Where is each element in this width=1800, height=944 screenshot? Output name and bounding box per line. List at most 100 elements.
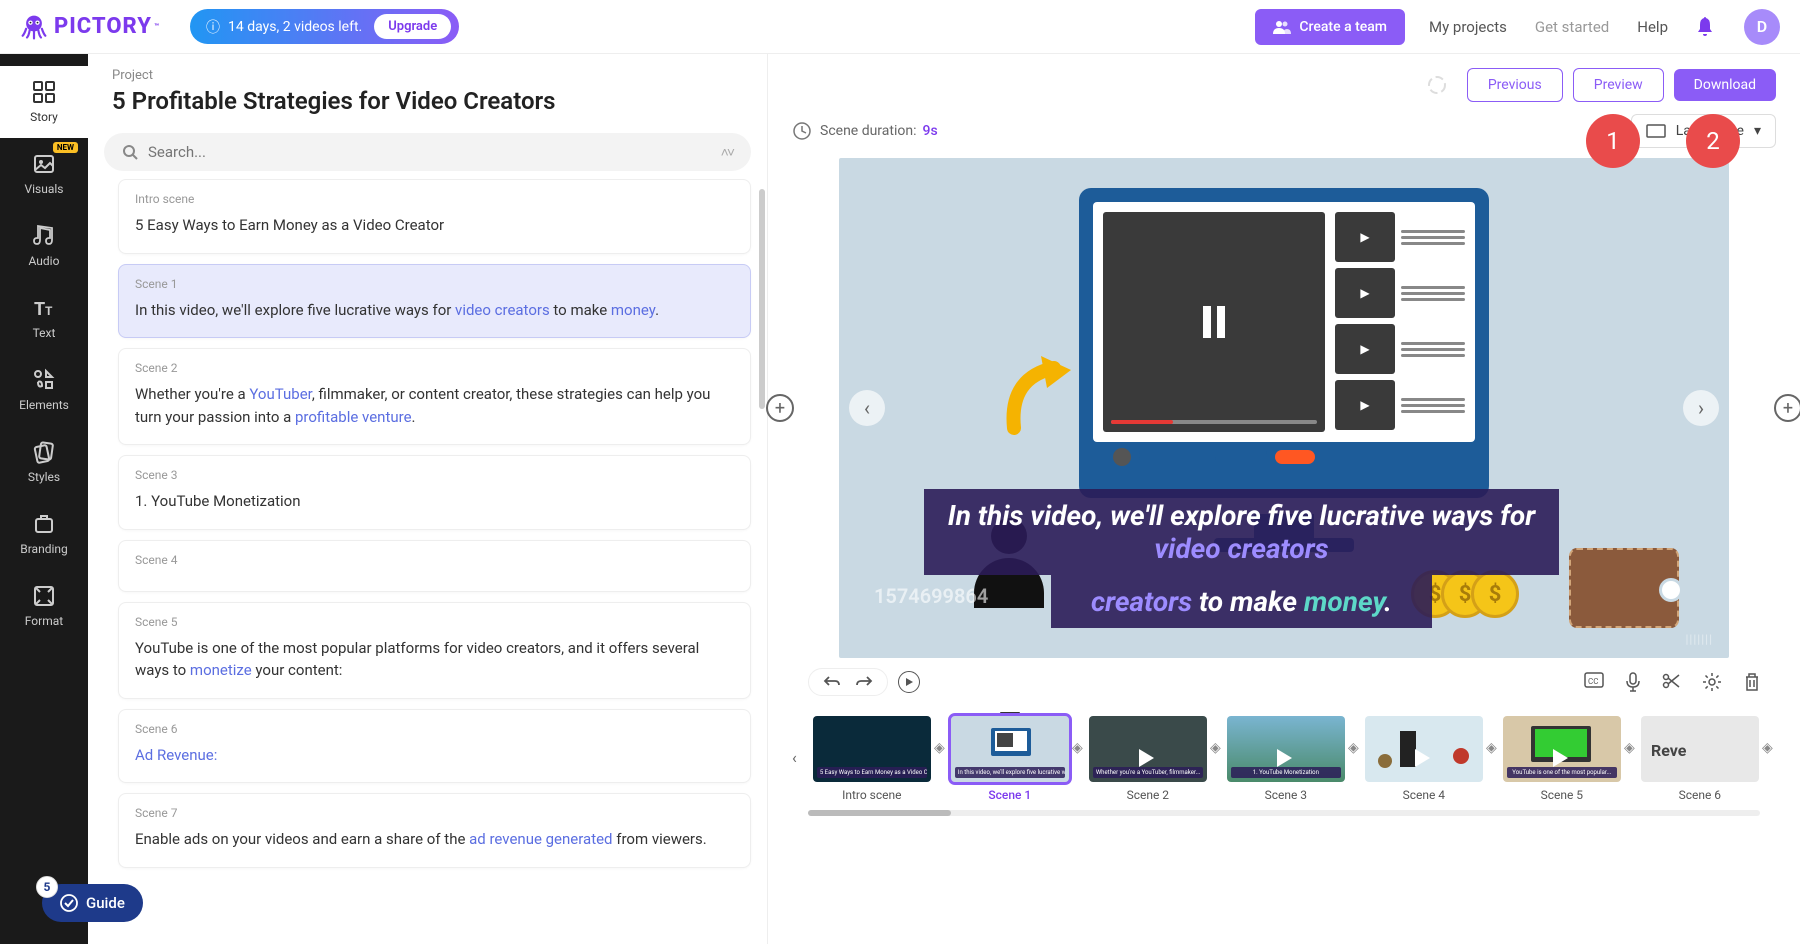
- landscape-icon: [1646, 124, 1666, 138]
- my-projects-link[interactable]: My projects: [1429, 18, 1507, 36]
- undo-redo-group: [808, 668, 888, 696]
- filmstrip-item[interactable]: 1. YouTube Monetization ◈ Scene 3: [1227, 716, 1345, 802]
- captions-icon[interactable]: CC: [1584, 672, 1604, 692]
- scene-label: Scene 5: [135, 615, 734, 629]
- scene-text[interactable]: 5 Easy Ways to Earn Money as a Video Cre…: [135, 214, 734, 237]
- caption-overlay[interactable]: In this video, we'll explore five lucrat…: [924, 489, 1559, 628]
- callout-1: 1: [1586, 114, 1640, 168]
- stock-id-watermark: 1574699864: [874, 584, 988, 608]
- left-sidebar: Story NEW Visuals Audio TT Text Elements…: [0, 54, 88, 944]
- story-icon: [32, 80, 56, 104]
- wallet-graphic: [1569, 548, 1679, 628]
- sidebar-label: Story: [30, 110, 58, 124]
- preview-canvas[interactable]: ‹ ›: [839, 158, 1729, 658]
- svg-text:T: T: [45, 304, 53, 318]
- scene-card[interactable]: Scene 1 In this video, we'll explore fiv…: [118, 264, 751, 339]
- help-link[interactable]: Help: [1637, 18, 1668, 36]
- filmstrip-label: Scene 1: [951, 788, 1069, 802]
- sidebar-label: Audio: [29, 254, 60, 268]
- callout-2: 2: [1686, 114, 1740, 168]
- layers-icon[interactable]: ◈: [1486, 740, 1497, 756]
- project-title[interactable]: 5 Profitable Strategies for Video Creato…: [112, 87, 743, 115]
- filmstrip-item[interactable]: Whether you're a YouTuber, filmmaker... …: [1089, 716, 1207, 802]
- filmstrip-item[interactable]: ◈ Scene 4: [1365, 716, 1483, 802]
- sidebar-item-audio[interactable]: Audio: [0, 210, 88, 282]
- trial-banner: ⓘ 14 days, 2 videos left. Upgrade: [190, 9, 459, 44]
- search-bar[interactable]: ˄˅: [104, 133, 751, 171]
- next-scene-arrow[interactable]: ›: [1683, 390, 1719, 426]
- watermark-icon: |||||||: [1685, 632, 1713, 646]
- scene-text[interactable]: Whether you're a YouTuber, filmmaker, or…: [135, 383, 734, 428]
- scene-card[interactable]: Scene 7 Enable ads on your videos and ea…: [118, 793, 751, 868]
- layers-icon[interactable]: ◈: [934, 740, 945, 756]
- upgrade-button[interactable]: Upgrade: [374, 14, 451, 39]
- text-icon: TT: [32, 296, 56, 320]
- brand-logo[interactable]: PICTORY ™: [20, 13, 160, 41]
- scene-card[interactable]: Scene 3 1. YouTube Monetization: [118, 455, 751, 530]
- info-icon: ⓘ: [206, 17, 220, 37]
- notifications-icon[interactable]: [1696, 17, 1714, 37]
- filmstrip-item[interactable]: Reve ◈ Scene 6: [1641, 716, 1759, 802]
- filmstrip-item[interactable]: In this video, we'll explore five lucrat…: [951, 716, 1069, 802]
- scene-text[interactable]: 1. YouTube Monetization: [135, 490, 734, 513]
- scene-label: Scene 4: [135, 553, 734, 567]
- add-scene-after-button[interactable]: +: [1774, 394, 1800, 422]
- trash-icon[interactable]: [1744, 672, 1760, 692]
- preview-button[interactable]: Preview: [1573, 68, 1664, 102]
- guide-label: Guide: [86, 894, 125, 912]
- sidebar-label: Branding: [20, 542, 68, 556]
- scene-card[interactable]: Scene 6 Ad Revenue:: [118, 709, 751, 784]
- scissors-icon[interactable]: [1662, 672, 1680, 692]
- gear-icon[interactable]: [1702, 672, 1722, 692]
- scene-text[interactable]: In this video, we'll explore five lucrat…: [135, 299, 734, 322]
- layers-icon[interactable]: ◈: [1348, 740, 1359, 756]
- sidebar-item-elements[interactable]: Elements: [0, 354, 88, 426]
- scrollbar[interactable]: [759, 189, 765, 409]
- brand-tm: ™: [154, 22, 160, 31]
- search-nav-icon[interactable]: ˄˅: [721, 144, 733, 161]
- sidebar-item-text[interactable]: TT Text: [0, 282, 88, 354]
- scenes-list[interactable]: Intro scene 5 Easy Ways to Earn Money as…: [88, 179, 767, 944]
- add-scene-before-button[interactable]: +: [766, 394, 794, 422]
- previous-button[interactable]: Previous: [1467, 68, 1563, 102]
- redo-icon[interactable]: [855, 675, 873, 689]
- undo-icon[interactable]: [823, 675, 841, 689]
- scene-card[interactable]: Scene 2 Whether you're a YouTuber, filmm…: [118, 348, 751, 445]
- download-button[interactable]: Download: [1674, 69, 1776, 101]
- duration-value[interactable]: 9s: [922, 123, 937, 139]
- scene-card[interactable]: Scene 4: [118, 540, 751, 592]
- guide-count-badge: 5: [36, 876, 58, 898]
- sidebar-item-format[interactable]: Format: [0, 570, 88, 642]
- sidebar-item-styles[interactable]: Styles: [0, 426, 88, 498]
- mic-icon[interactable]: [1626, 672, 1640, 692]
- get-started-link[interactable]: Get started: [1535, 18, 1609, 36]
- guide-button[interactable]: 5 Guide: [42, 884, 143, 922]
- filmstrip-label: Scene 5: [1503, 788, 1621, 802]
- scene-card[interactable]: Scene 5 YouTube is one of the most popul…: [118, 602, 751, 699]
- layers-icon[interactable]: ◈: [1762, 740, 1773, 756]
- search-input[interactable]: [148, 143, 721, 161]
- story-panel: Project 5 Profitable Strategies for Vide…: [88, 54, 768, 944]
- octopus-icon: [20, 13, 48, 41]
- scene-text[interactable]: YouTube is one of the most popular platf…: [135, 637, 734, 682]
- layers-icon[interactable]: ◈: [1624, 740, 1635, 756]
- scene-card[interactable]: Intro scene 5 Easy Ways to Earn Money as…: [118, 179, 751, 254]
- play-icon[interactable]: [898, 671, 920, 693]
- scene-text[interactable]: Ad Revenue:: [135, 744, 734, 767]
- layers-icon[interactable]: ◈: [1210, 740, 1221, 756]
- arrow-icon: [999, 348, 1089, 438]
- sidebar-item-story[interactable]: Story: [0, 66, 88, 138]
- filmstrip-prev-icon[interactable]: ‹: [784, 748, 805, 767]
- create-team-button[interactable]: Create a team: [1255, 9, 1405, 45]
- scene-text[interactable]: Enable ads on your videos and earn a sha…: [135, 828, 734, 851]
- layers-icon[interactable]: ◈: [1072, 740, 1083, 756]
- user-avatar[interactable]: D: [1744, 9, 1780, 45]
- filmstrip-item[interactable]: 5 Easy Ways to Earn Money as a Video Cre…: [813, 716, 931, 802]
- filmstrip-scrollbar[interactable]: [808, 810, 1760, 816]
- create-team-label: Create a team: [1299, 19, 1387, 35]
- prev-scene-arrow[interactable]: ‹: [849, 390, 885, 426]
- sidebar-item-branding[interactable]: Branding: [0, 498, 88, 570]
- sidebar-item-visuals[interactable]: NEW Visuals: [0, 138, 88, 210]
- filmstrip-item[interactable]: YouTube is one of the most popular... ◈ …: [1503, 716, 1621, 802]
- team-icon: [1273, 20, 1291, 34]
